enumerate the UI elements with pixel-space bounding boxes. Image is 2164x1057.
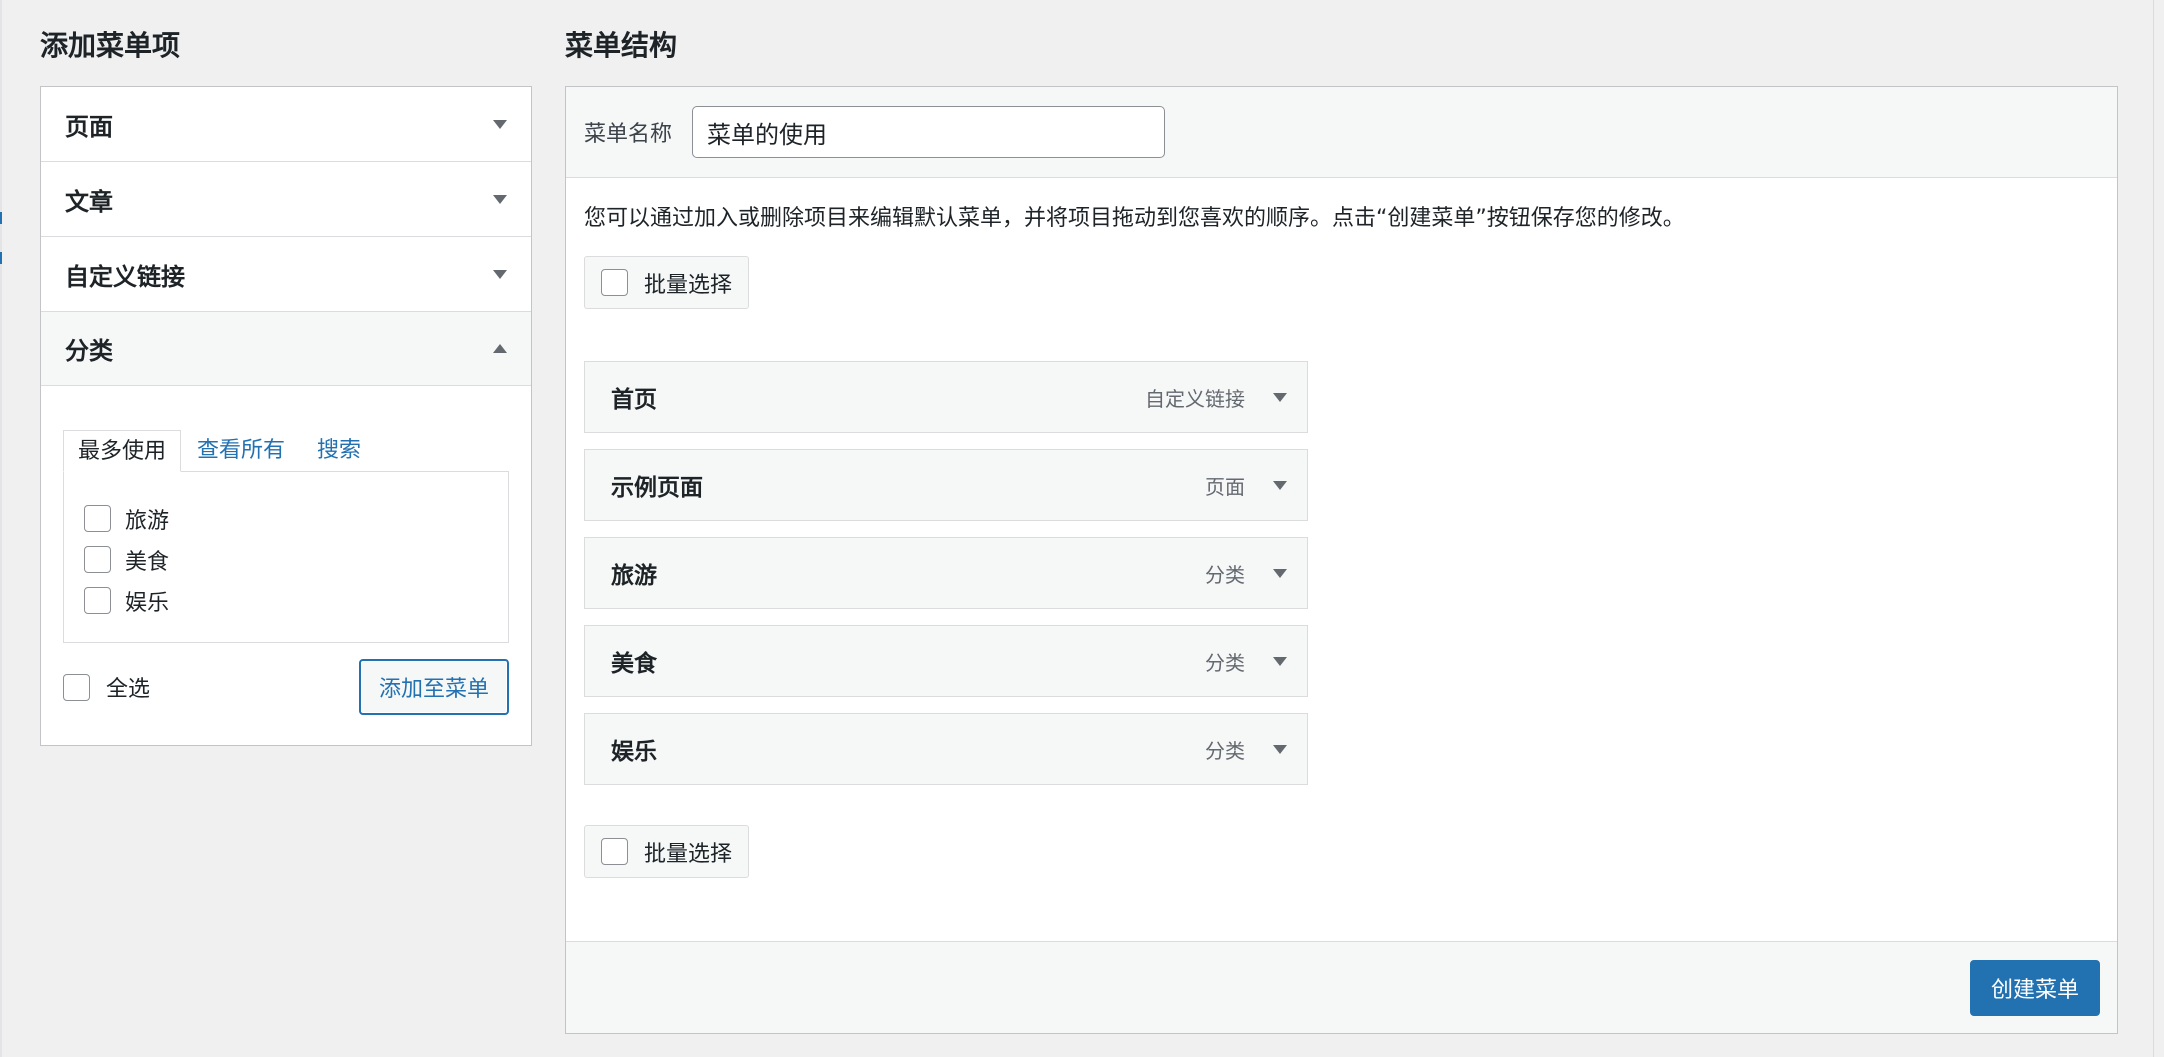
menu-item-home[interactable]: 首页 自定义链接 bbox=[584, 361, 1308, 433]
add-menu-items-title: 添加菜单项 bbox=[40, 29, 181, 62]
menu-item-title: 旅游 bbox=[611, 563, 657, 589]
accordion-label: 文章 bbox=[65, 187, 113, 216]
bulk-select-checkbox[interactable] bbox=[601, 838, 628, 865]
create-menu-button[interactable]: 创建菜单 bbox=[1969, 959, 2100, 1016]
scrollbar[interactable] bbox=[2153, 0, 2164, 1057]
chevron-down-icon[interactable] bbox=[1273, 392, 1287, 402]
menu-items-list: 首页 自定义链接 示例页面 页面 旅游 分类 美食 分类 娱乐 分类 bbox=[584, 361, 1308, 785]
menu-item-title: 示例页面 bbox=[611, 475, 703, 501]
list-item: 美食 bbox=[84, 539, 488, 580]
bulk-select-top[interactable]: 批量选择 bbox=[584, 256, 750, 309]
list-item: 旅游 bbox=[84, 498, 488, 539]
edge-marker bbox=[0, 252, 2, 264]
accordion-section-posts: 文章 bbox=[41, 162, 531, 237]
tab-search[interactable]: 搜索 bbox=[301, 430, 377, 472]
chevron-down-icon[interactable] bbox=[1273, 656, 1287, 666]
menu-item-travel[interactable]: 旅游 分类 bbox=[584, 537, 1308, 609]
menu-item-controls: 分类 bbox=[1205, 735, 1287, 764]
category-label: 娱乐 bbox=[125, 590, 170, 616]
menu-item-controls: 分类 bbox=[1205, 647, 1287, 676]
chevron-down-icon[interactable] bbox=[1273, 480, 1287, 490]
menu-item-type: 分类 bbox=[1205, 650, 1245, 675]
accordion-section-categories: 分类 最多使用 查看所有 搜索 旅游 美食 娱乐 全选 添加至菜单 bbox=[41, 312, 531, 745]
menu-header: 菜单名称 bbox=[566, 87, 2117, 178]
menu-body: 您可以通过加入或删除项目来编辑默认菜单，并将项目拖动到您喜欢的顺序。点击“创建菜… bbox=[566, 178, 2117, 938]
select-all[interactable]: 全选 bbox=[63, 671, 150, 703]
select-all-label: 全选 bbox=[106, 677, 151, 702]
menu-items-accordion: 页面 文章 自定义链接 分类 最多使用 查看所有 搜索 旅游 美食 娱乐 全选 … bbox=[40, 86, 532, 746]
menu-item-type: 分类 bbox=[1205, 738, 1245, 763]
chevron-down-icon[interactable] bbox=[1273, 568, 1287, 578]
category-label: 美食 bbox=[125, 549, 170, 575]
bulk-select-label: 批量选择 bbox=[644, 272, 733, 298]
left-edge bbox=[0, 0, 2, 1057]
bulk-select-bottom[interactable]: 批量选择 bbox=[584, 825, 750, 878]
category-tabs: 最多使用 查看所有 搜索 bbox=[63, 430, 509, 472]
menu-edit-box: 菜单名称 您可以通过加入或删除项目来编辑默认菜单，并将项目拖动到您喜欢的顺序。点… bbox=[565, 86, 2118, 1034]
category-checkbox[interactable] bbox=[84, 505, 111, 532]
category-checkbox[interactable] bbox=[84, 587, 111, 614]
accordion-section-pages: 页面 bbox=[41, 87, 531, 162]
select-all-checkbox[interactable] bbox=[63, 673, 90, 701]
menu-item-type: 页面 bbox=[1205, 474, 1245, 499]
categories-panel: 最多使用 查看所有 搜索 旅游 美食 娱乐 全选 添加至菜单 bbox=[41, 386, 531, 745]
category-list: 旅游 美食 娱乐 bbox=[63, 471, 509, 643]
accordion-label: 自定义链接 bbox=[65, 262, 185, 291]
menu-item-food[interactable]: 美食 分类 bbox=[584, 625, 1308, 697]
edge-marker bbox=[0, 212, 2, 224]
menu-item-type: 自定义链接 bbox=[1145, 386, 1245, 411]
list-item: 娱乐 bbox=[84, 580, 488, 621]
menu-description: 您可以通过加入或删除项目来编辑默认菜单，并将项目拖动到您喜欢的顺序。点击“创建菜… bbox=[584, 206, 1685, 231]
category-label: 旅游 bbox=[125, 508, 170, 534]
menu-item-controls: 自定义链接 bbox=[1145, 383, 1287, 412]
menu-item-title: 首页 bbox=[611, 387, 657, 413]
menu-item-controls: 分类 bbox=[1205, 559, 1287, 588]
menu-footer: 创建菜单 bbox=[566, 941, 2117, 1033]
accordion-header-categories[interactable]: 分类 bbox=[41, 312, 531, 386]
menu-item-title: 美食 bbox=[611, 651, 657, 677]
bulk-select-label: 批量选择 bbox=[644, 841, 733, 867]
menu-name-input[interactable] bbox=[692, 106, 1166, 158]
menu-item-sample-page[interactable]: 示例页面 页面 bbox=[584, 449, 1308, 521]
menu-item-title: 娱乐 bbox=[611, 739, 657, 765]
bulk-select-checkbox[interactable] bbox=[601, 269, 628, 296]
accordion-label: 分类 bbox=[65, 337, 113, 365]
menu-item-type: 分类 bbox=[1205, 562, 1245, 587]
accordion-label: 页面 bbox=[65, 112, 113, 141]
categories-footer: 全选 添加至菜单 bbox=[63, 659, 509, 715]
menu-structure-title: 菜单结构 bbox=[565, 29, 678, 62]
add-to-menu-button[interactable]: 添加至菜单 bbox=[358, 659, 509, 715]
menu-name-label: 菜单名称 bbox=[584, 122, 673, 147]
chevron-down-icon[interactable] bbox=[1273, 744, 1287, 754]
accordion-header-pages[interactable]: 页面 bbox=[41, 87, 531, 161]
tab-most-used[interactable]: 最多使用 bbox=[63, 430, 182, 472]
accordion-header-posts[interactable]: 文章 bbox=[41, 162, 531, 236]
chevron-up-icon bbox=[493, 344, 507, 353]
accordion-header-custom-links[interactable]: 自定义链接 bbox=[41, 237, 531, 311]
category-checkbox[interactable] bbox=[84, 546, 111, 573]
chevron-down-icon bbox=[493, 269, 507, 279]
chevron-down-icon bbox=[493, 194, 507, 204]
tab-view-all[interactable]: 查看所有 bbox=[181, 430, 301, 472]
chevron-down-icon bbox=[493, 119, 507, 129]
menu-item-controls: 页面 bbox=[1205, 471, 1287, 500]
menu-item-entertainment[interactable]: 娱乐 分类 bbox=[584, 713, 1308, 785]
accordion-section-custom-links: 自定义链接 bbox=[41, 237, 531, 312]
